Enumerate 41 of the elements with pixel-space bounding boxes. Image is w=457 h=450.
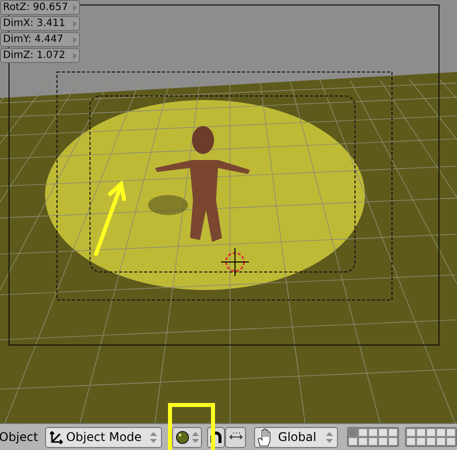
sphere-icon xyxy=(174,430,190,444)
object-menu[interactable]: Object xyxy=(0,428,38,446)
up-down-arrows-icon xyxy=(192,432,199,442)
number-field[interactable]: DimY: 4.447 xyxy=(0,32,80,47)
crosshair-icon xyxy=(220,248,250,276)
layer-button[interactable] xyxy=(416,437,426,446)
layer-button[interactable] xyxy=(368,428,378,437)
layer-button[interactable] xyxy=(378,437,388,446)
layer-button[interactable] xyxy=(378,428,388,437)
number-field[interactable]: DimX: 3.411 xyxy=(0,16,80,31)
move-arrows-icon xyxy=(228,432,243,442)
highlight-frame xyxy=(168,403,215,450)
orientation-select[interactable]: Global xyxy=(254,426,338,448)
number-field[interactable]: DimZ: 1.072 xyxy=(0,48,80,63)
layer-button[interactable] xyxy=(446,428,456,437)
layer-button[interactable] xyxy=(388,437,398,446)
layer-button[interactable] xyxy=(416,428,426,437)
axis-arrows-icon xyxy=(50,430,64,444)
up-down-arrows-icon xyxy=(150,432,157,442)
arrow-icon xyxy=(73,52,77,58)
layer-button[interactable] xyxy=(436,428,446,437)
layer-button[interactable] xyxy=(426,428,436,437)
layer-button[interactable] xyxy=(348,437,358,446)
arrow-icon xyxy=(73,4,77,10)
manipulator-button[interactable] xyxy=(225,426,246,448)
layer-button[interactable] xyxy=(368,437,378,446)
layer-button[interactable] xyxy=(358,437,368,446)
magnet-icon xyxy=(210,431,222,443)
up-down-arrows-icon xyxy=(326,432,334,442)
arrow-icon xyxy=(73,20,77,26)
layer-button[interactable] xyxy=(406,428,416,437)
pivot-button[interactable] xyxy=(172,426,202,448)
number-field[interactable]: RotZ: 90.657 xyxy=(0,0,80,15)
mode-select[interactable]: Object Mode xyxy=(45,426,162,448)
layer-button[interactable] xyxy=(358,428,368,437)
layer-button[interactable] xyxy=(446,437,456,446)
layer-button[interactable] xyxy=(388,428,398,437)
layer-button[interactable] xyxy=(406,437,416,446)
layer-button[interactable] xyxy=(436,437,446,446)
arrow-icon xyxy=(73,36,77,42)
layer-button[interactable] xyxy=(426,437,436,446)
